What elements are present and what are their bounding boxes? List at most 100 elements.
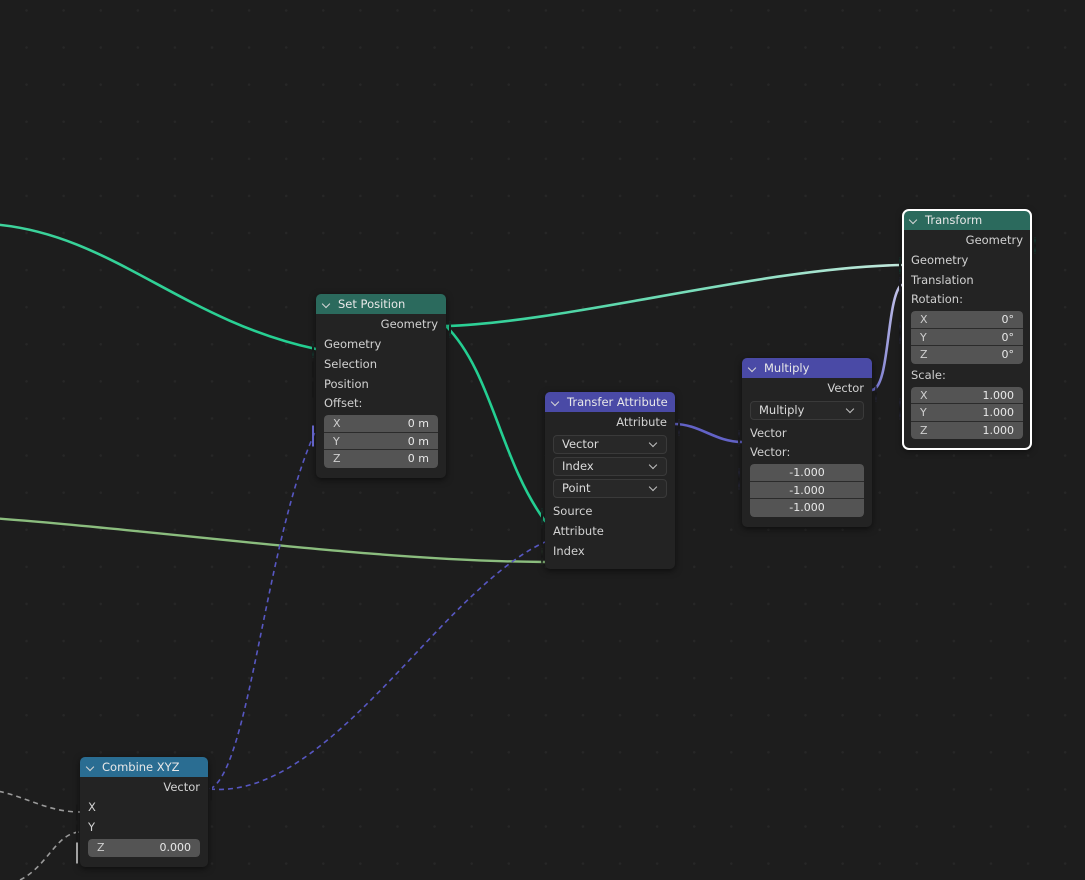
socket-attribute-output[interactable]: [671, 418, 680, 436]
socket-label: X: [88, 800, 96, 814]
socket-source-input[interactable]: [540, 507, 550, 525]
socket-row-input-x[interactable]: X: [76, 797, 208, 821]
socket-label: Attribute: [553, 524, 604, 538]
field-value: 0°: [1001, 313, 1015, 326]
dropdown-domain[interactable]: Point: [553, 479, 667, 498]
socket-label: Attribute: [616, 415, 667, 429]
chevron-down-icon[interactable]: [87, 763, 96, 772]
dropdown-mapping[interactable]: Index: [553, 457, 667, 476]
field-value: 0 m: [407, 434, 429, 448]
socket-row-input-geometry[interactable]: Geometry: [898, 250, 1031, 274]
socket-scale-input[interactable]: [898, 398, 908, 419]
field-value: 1.000: [982, 406, 1015, 419]
chevron-down-icon[interactable]: [910, 216, 919, 225]
socket-vector-input-a[interactable]: [737, 429, 747, 447]
chevron-down-icon[interactable]: [749, 364, 758, 373]
field-value: 0°: [1001, 330, 1015, 344]
chevron-down-icon[interactable]: [552, 398, 561, 407]
rotation-y-field[interactable]: Y 0°: [911, 328, 1023, 346]
z-field[interactable]: Z 0.000: [88, 839, 200, 857]
socket-vector-output[interactable]: [868, 384, 877, 402]
socket-y-input[interactable]: [76, 823, 85, 841]
node-set-position[interactable]: Set Position Geometry Geometry Selection: [311, 294, 451, 478]
socket-geometry-output[interactable]: [1027, 236, 1036, 254]
socket-vector-input-b[interactable]: [737, 468, 747, 490]
link-incoming-to-combine-x: [0, 790, 81, 813]
offset-z-field[interactable]: Z 0 m: [324, 450, 438, 468]
socket-offset-input[interactable]: [312, 425, 321, 447]
node-header-combine-xyz[interactable]: Combine XYZ: [80, 757, 208, 777]
link-set-position-to-transform-geometry: [444, 263, 903, 328]
node-multiply[interactable]: Multiply Vector Multiply Vector Vector:: [737, 358, 877, 527]
dropdown-data-type[interactable]: Vector: [553, 435, 667, 454]
field-label: Z: [920, 423, 928, 437]
offset-x-field[interactable]: X 0 m: [324, 415, 438, 433]
node-editor-canvas[interactable]: Set Position Geometry Geometry Selection: [0, 0, 1085, 880]
socket-row-output-geometry[interactable]: Geometry: [903, 230, 1036, 254]
field-label: Y: [920, 330, 927, 344]
rotation-z-field[interactable]: Z 0°: [911, 346, 1023, 364]
socket-row-input-vector[interactable]: Vector: [737, 423, 872, 447]
link-multiply-to-transform-translation: [870, 283, 903, 392]
socket-row-output-geometry[interactable]: Geometry: [316, 314, 451, 338]
socket-row-input-translation[interactable]: Translation: [898, 270, 1031, 294]
socket-attribute-input[interactable]: [541, 527, 550, 545]
field-label: Z: [920, 348, 928, 361]
socket-row-input-selection[interactable]: Selection: [312, 354, 446, 378]
field-value: 0 m: [407, 417, 429, 430]
socket-row-input-attribute[interactable]: Attribute: [541, 521, 675, 545]
node-header-transfer-attribute[interactable]: Transfer Attribute: [545, 392, 675, 412]
socket-rotation-input[interactable]: [898, 322, 908, 344]
node-combine-xyz[interactable]: Combine XYZ Vector X Y Z 0.000: [76, 757, 212, 867]
socket-selection-input[interactable]: [312, 360, 321, 378]
socket-z-input[interactable]: [76, 842, 85, 864]
socket-row-input-index[interactable]: Index: [540, 541, 675, 565]
node-header-set-position[interactable]: Set Position: [316, 294, 446, 314]
node-header-transform[interactable]: Transform: [903, 210, 1031, 230]
socket-row-input-position[interactable]: Position: [312, 374, 446, 398]
socket-position-input[interactable]: [312, 380, 321, 398]
node-transfer-attribute[interactable]: Transfer Attribute Attribute Vector Inde…: [540, 392, 680, 569]
rotation-x-field[interactable]: X 0°: [911, 311, 1023, 329]
link-set-position-to-transfer-source: [444, 324, 547, 523]
socket-geometry-output[interactable]: [442, 320, 451, 338]
field-value: -1.000: [789, 501, 825, 514]
socket-row-input-source[interactable]: Source: [540, 501, 675, 525]
node-body-transform: Geometry Geometry Translation Rotation:: [898, 230, 1036, 439]
node-header-multiply[interactable]: Multiply: [742, 358, 872, 378]
socket-translation-input[interactable]: [898, 276, 908, 294]
field-label: Y: [333, 434, 340, 448]
offset-y-field[interactable]: Y 0 m: [324, 432, 438, 450]
socket-index-input[interactable]: [540, 547, 550, 565]
field-label: X: [920, 388, 928, 402]
socket-row-input-y[interactable]: Y: [76, 817, 208, 841]
chevron-down-icon: [650, 441, 658, 449]
field-label: Z: [97, 841, 105, 854]
vector-x-field[interactable]: -1.000: [750, 464, 864, 482]
vector-z-field[interactable]: -1.000: [750, 499, 864, 517]
scale-z-field[interactable]: Z 1.000: [911, 421, 1023, 439]
socket-geometry-input[interactable]: [311, 340, 321, 358]
socket-geometry-input[interactable]: [898, 256, 908, 274]
socket-row-output-vector[interactable]: Vector: [80, 777, 212, 801]
dropdown-value: Multiply: [759, 403, 805, 417]
vector-y-field[interactable]: -1.000: [750, 481, 864, 499]
field-value: -1.000: [789, 483, 825, 497]
scale-group-label: Scale:: [911, 367, 946, 382]
socket-row-output-vector[interactable]: Vector: [742, 378, 877, 402]
socket-label: Source: [553, 504, 593, 518]
socket-row-output-attribute[interactable]: Attribute: [545, 412, 680, 436]
socket-vector-output[interactable]: [204, 783, 213, 801]
socket-row-input-geometry[interactable]: Geometry: [311, 334, 446, 358]
scale-fields: X 1.000 Y 1.000 Z 1.000: [911, 386, 1023, 439]
socket-x-input[interactable]: [76, 803, 85, 821]
node-transform[interactable]: Transform Geometry Geometry Translation: [898, 209, 1036, 450]
socket-label: Y: [88, 820, 96, 834]
link-combine-to-transfer-attribute: [209, 541, 546, 790]
socket-label: Vector: [750, 426, 787, 440]
scale-y-field[interactable]: Y 1.000: [911, 404, 1023, 422]
chevron-down-icon[interactable]: [323, 300, 332, 309]
link-transfer-to-multiply-vector: [672, 422, 744, 444]
dropdown-operation[interactable]: Multiply: [750, 401, 864, 420]
scale-x-field[interactable]: X 1.000: [911, 386, 1023, 404]
